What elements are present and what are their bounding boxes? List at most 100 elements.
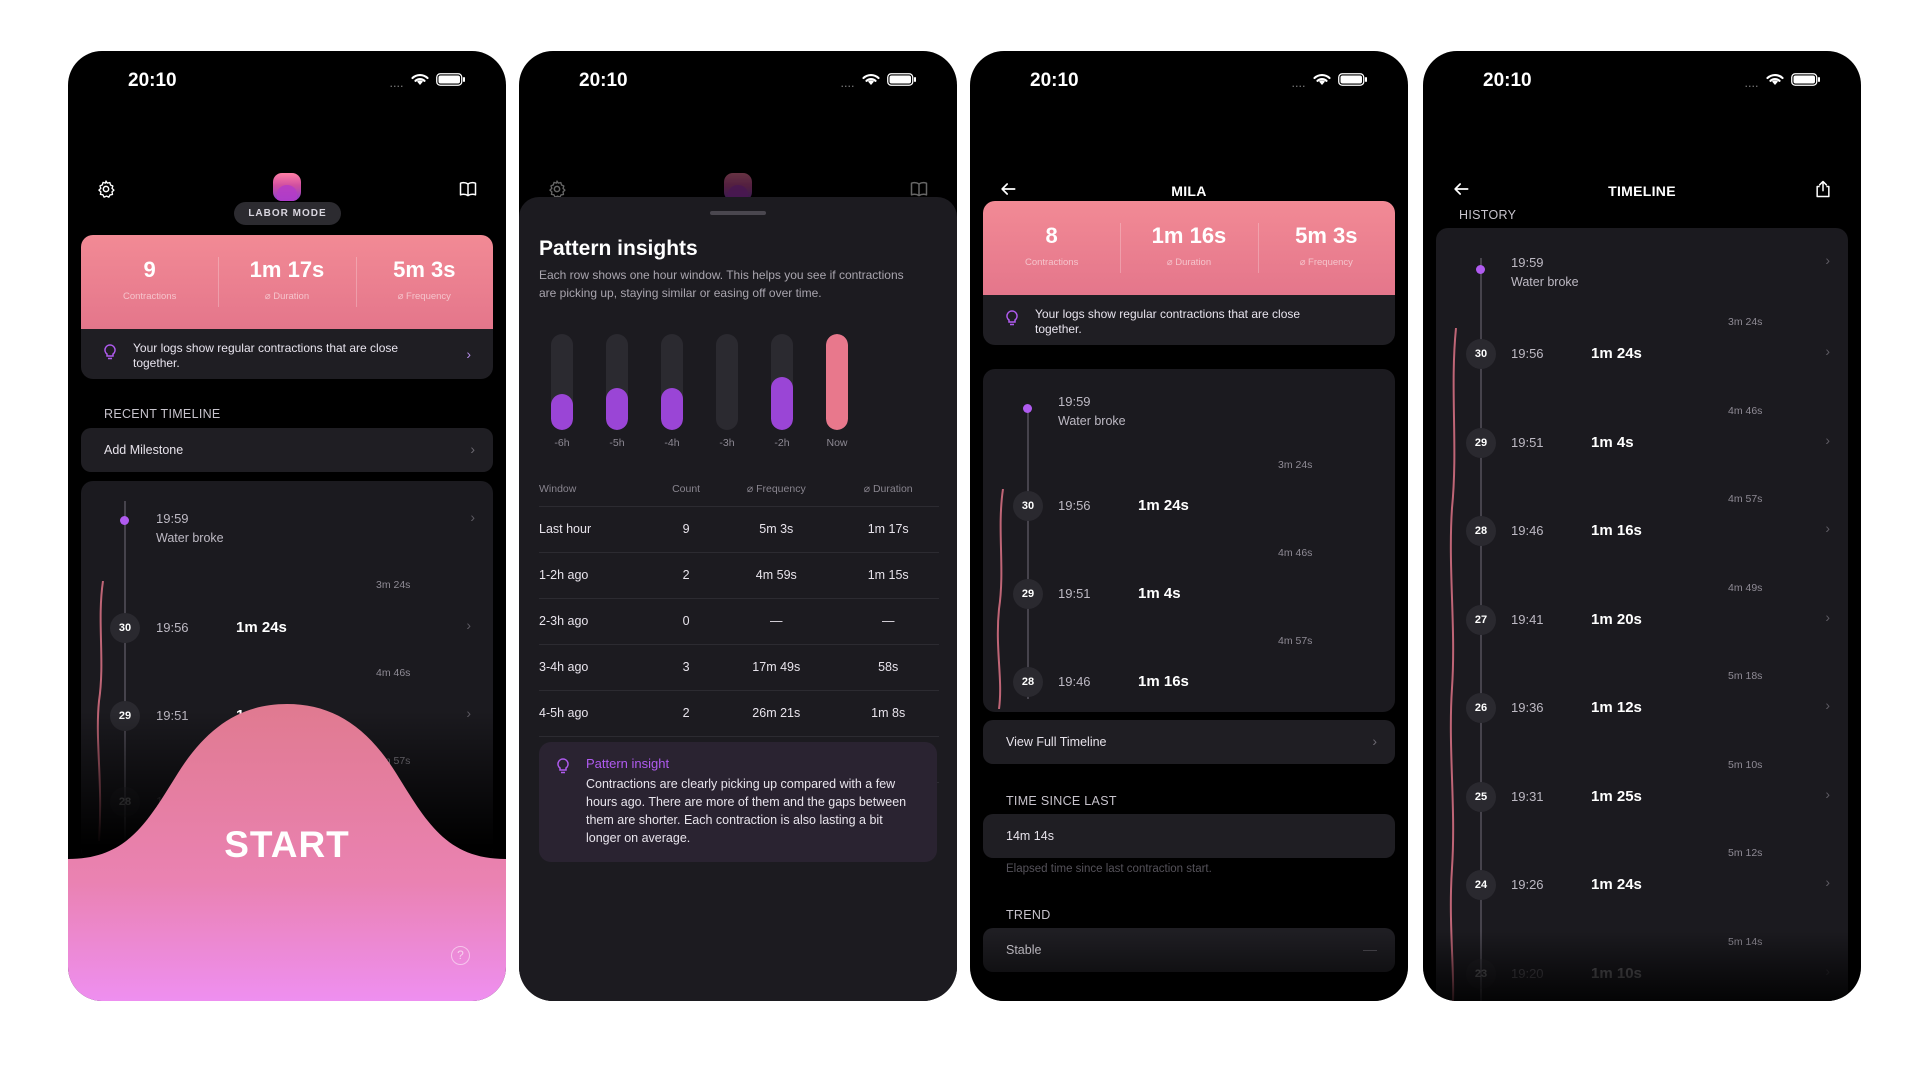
cellular-signal-icon: .... bbox=[389, 79, 404, 89]
contraction-badge: 29 bbox=[1466, 427, 1496, 458]
stat-duration: 1m 17s ⌀ Duration bbox=[218, 235, 355, 329]
history-label: HISTORY bbox=[1459, 208, 1517, 222]
chevron-right-icon[interactable]: › bbox=[1825, 786, 1830, 802]
question-icon[interactable]: ? bbox=[451, 946, 470, 965]
hour-bar-fill bbox=[661, 387, 683, 430]
contraction-time: 19:51 bbox=[1511, 434, 1544, 450]
gap-label: 3m 24s bbox=[1278, 459, 1313, 471]
contraction-duration: 1m 16s bbox=[1138, 673, 1189, 690]
chevron-right-icon[interactable]: › bbox=[1825, 697, 1830, 713]
milestone-dot bbox=[1023, 404, 1032, 413]
recent-timeline-card: 19:59 Water broke 3m 24s 30 19:56 1m 24s… bbox=[983, 369, 1395, 712]
contraction-badge: 30 bbox=[1466, 339, 1496, 369]
battery-icon bbox=[1338, 73, 1367, 86]
gap-label: 4m 49s bbox=[1728, 581, 1763, 594]
table-row: 1-2h ago 2 4m 59s 1m 15s bbox=[539, 552, 939, 599]
add-milestone-button[interactable]: Add Milestone › bbox=[81, 428, 493, 472]
table-row: 2-3h ago 0— — bbox=[539, 598, 939, 645]
contraction-duration: 1m 4s bbox=[1591, 433, 1634, 451]
hour-bar-label: -4h bbox=[664, 437, 680, 449]
hour-bar-label: -5h bbox=[609, 437, 625, 449]
milestone-label: Water broke bbox=[1058, 414, 1126, 428]
milestone-time: 19:59 bbox=[1058, 394, 1091, 409]
labor-mode-pill[interactable]: LABOR MODE bbox=[234, 202, 341, 225]
wifi-icon bbox=[1313, 73, 1331, 85]
chevron-right-icon[interactable]: › bbox=[1825, 252, 1830, 268]
contraction-duration: 1m 25s bbox=[1591, 787, 1642, 805]
cellular-signal-icon: .... bbox=[840, 79, 855, 89]
hour-bar-fill bbox=[771, 377, 793, 430]
contraction-badge: 30 bbox=[1013, 491, 1043, 521]
chevron-right-icon[interactable]: › bbox=[1825, 609, 1830, 625]
table-cell: 1m 17s bbox=[837, 506, 939, 553]
contraction-time: 19:56 bbox=[1511, 346, 1544, 361]
contraction-badge: 26 bbox=[1466, 693, 1496, 723]
insight-banner[interactable]: Your logs show regular contractions that… bbox=[81, 329, 493, 379]
milestone-time: 19:59 bbox=[156, 511, 189, 526]
contraction-badge: 29 bbox=[1013, 579, 1043, 609]
gap-label: 5m 18s bbox=[1728, 670, 1763, 682]
status-bar: 20:10 .... bbox=[68, 51, 506, 111]
gap-label: 5m 12s bbox=[1728, 847, 1763, 859]
table-cell: — bbox=[837, 598, 939, 645]
contraction-duration: 1m 24s bbox=[1138, 497, 1189, 514]
chevron-right-icon[interactable]: › bbox=[1825, 874, 1830, 890]
column-header: Count bbox=[657, 472, 716, 507]
hour-bar bbox=[661, 334, 683, 430]
contraction-time: 19:46 bbox=[1511, 523, 1544, 538]
table-cell: 17m 49s bbox=[715, 644, 838, 691]
status-bar: 20:10 .... bbox=[1423, 51, 1861, 111]
gear-icon[interactable] bbox=[547, 179, 567, 199]
time-since-card: 14m 14s bbox=[983, 814, 1395, 858]
contraction-badge: 25 bbox=[1466, 781, 1496, 812]
gap-label: 4m 57s bbox=[1728, 493, 1763, 505]
trend-indicator: — bbox=[1363, 941, 1377, 957]
hour-bar-fill bbox=[826, 334, 848, 430]
start-button[interactable]: START bbox=[68, 824, 506, 866]
book-icon[interactable] bbox=[909, 179, 929, 199]
book-icon[interactable] bbox=[458, 179, 478, 199]
milestone-dot bbox=[120, 516, 129, 525]
chevron-right-icon[interactable]: › bbox=[466, 617, 471, 633]
chevron-right-icon[interactable]: › bbox=[1825, 520, 1830, 536]
wifi-icon bbox=[862, 73, 880, 85]
gap-label: 4m 46s bbox=[1278, 547, 1313, 559]
table-cell: 26m 21s bbox=[715, 690, 838, 737]
contraction-time: 19:20 bbox=[1511, 965, 1544, 981]
chevron-right-icon: › bbox=[1372, 733, 1377, 749]
insight-banner[interactable]: Your logs show regular contractions that… bbox=[983, 295, 1395, 345]
chevron-right-icon[interactable]: › bbox=[1825, 343, 1830, 359]
battery-icon bbox=[436, 73, 465, 86]
table-row: Last hour 9 5m 3s 1m 17s bbox=[539, 506, 939, 553]
contraction-time: 19:31 bbox=[1511, 788, 1544, 804]
chevron-right-icon[interactable]: › bbox=[1825, 963, 1830, 979]
page-title: MILA bbox=[1171, 183, 1207, 199]
sheet-title: Pattern insights bbox=[539, 237, 698, 260]
table-cell: 9 bbox=[657, 506, 716, 553]
lightbulb-icon bbox=[104, 344, 116, 360]
hour-bar bbox=[826, 334, 848, 430]
milestone-label: Water broke bbox=[1511, 275, 1579, 289]
recent-timeline-label: RECENT TIMELINE bbox=[104, 407, 221, 421]
hour-bar bbox=[716, 334, 738, 430]
view-full-timeline-button[interactable]: View Full Timeline › bbox=[983, 720, 1395, 764]
table-cell: 3 bbox=[657, 644, 716, 691]
table-row: 4-5h ago 2 26m 21s 1m 8s bbox=[539, 690, 939, 737]
top-nav: TIMELINE bbox=[1423, 171, 1861, 211]
share-icon[interactable] bbox=[1813, 179, 1833, 199]
chevron-right-icon: › bbox=[466, 346, 471, 362]
status-time: 20:10 bbox=[1030, 70, 1079, 91]
gear-icon[interactable] bbox=[96, 179, 116, 199]
gap-label: 4m 57s bbox=[1278, 635, 1313, 647]
contraction-duration: 1m 24s bbox=[1591, 345, 1642, 362]
table-cell: 1m 15s bbox=[837, 552, 939, 599]
contraction-time: 19:46 bbox=[1058, 674, 1091, 689]
contraction-badge: 23 bbox=[1466, 958, 1496, 989]
chevron-right-icon[interactable]: › bbox=[1825, 432, 1830, 448]
chevron-right-icon[interactable]: › bbox=[470, 509, 475, 525]
chevron-right-icon: › bbox=[470, 441, 475, 457]
sheet-grabber[interactable] bbox=[710, 211, 766, 215]
gap-label: 3m 24s bbox=[1728, 316, 1763, 328]
gap-label: 5m 14s bbox=[1728, 935, 1763, 948]
milestone-label: Water broke bbox=[156, 531, 224, 545]
